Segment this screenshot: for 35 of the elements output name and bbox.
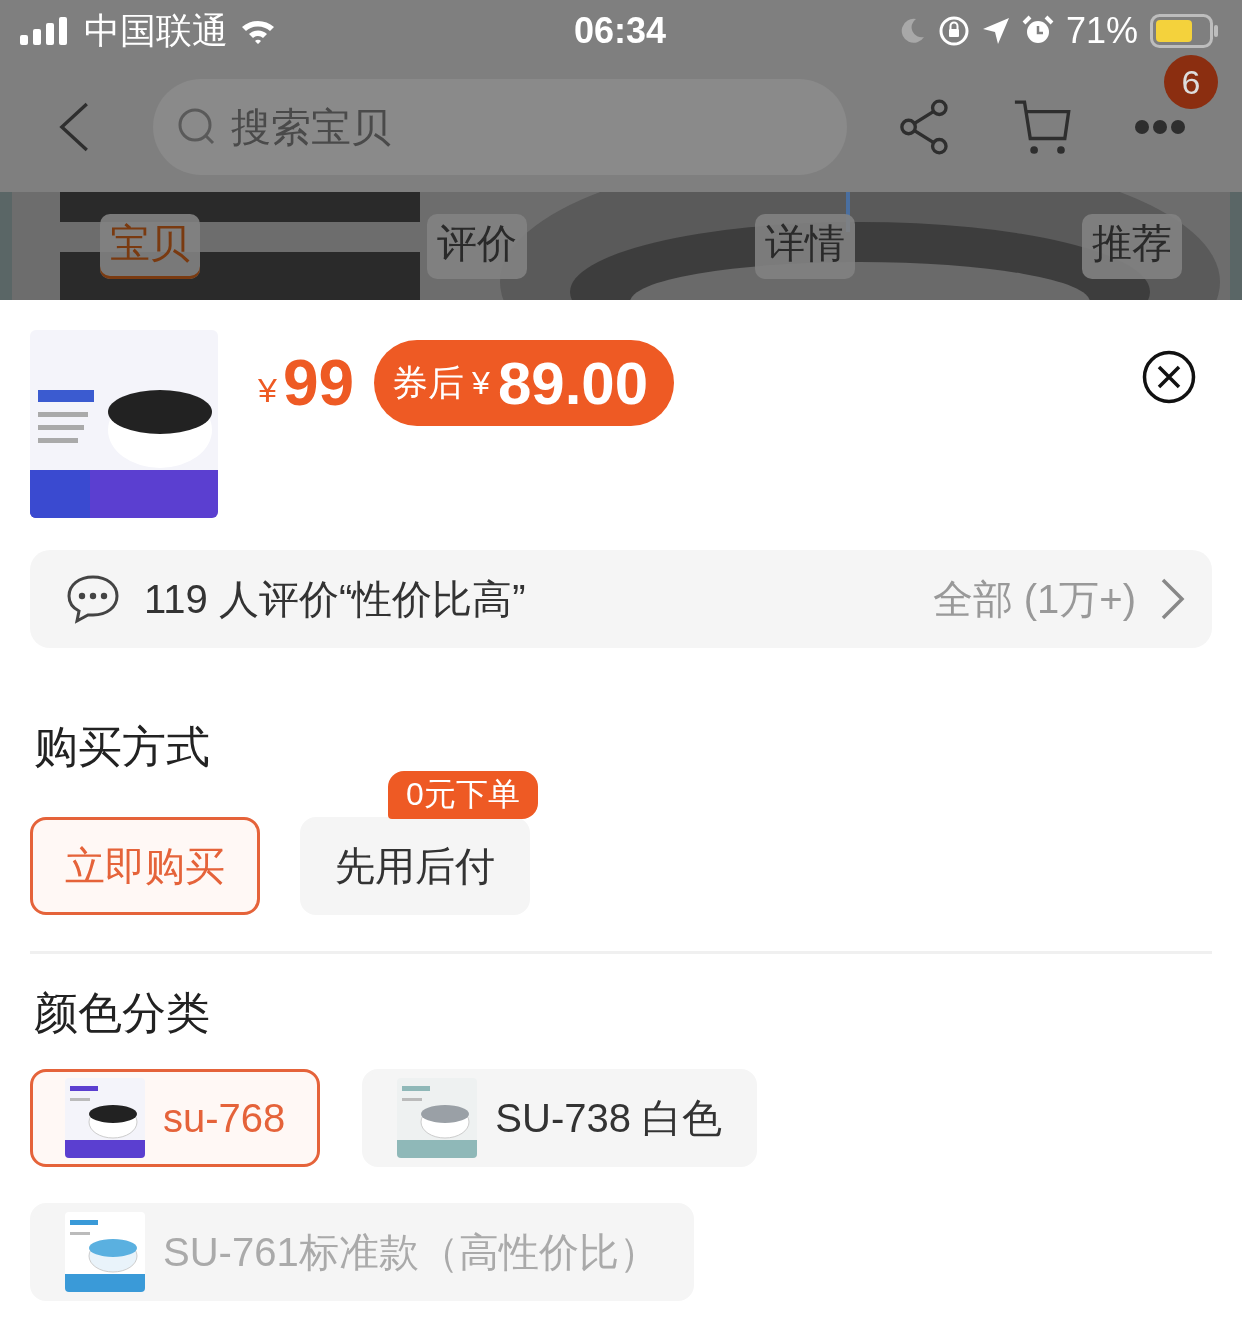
- variant-option[interactable]: SU-738 白色: [362, 1069, 758, 1167]
- promo-badge: 0元下单: [388, 771, 538, 819]
- search-field[interactable]: 搜索宝贝: [152, 79, 847, 175]
- coupon-price: 89.00: [497, 348, 649, 418]
- more-icon[interactable]: [1134, 119, 1186, 135]
- chevron-right-icon: [1160, 577, 1186, 621]
- section-title: 购买方式: [34, 721, 211, 773]
- battery-percent: 71%: [1065, 10, 1138, 52]
- back-icon[interactable]: [58, 101, 91, 153]
- close-icon[interactable]: [1142, 350, 1196, 404]
- review-summary-bar[interactable]: 119 人评价“性价比高” 全部 (1万+): [30, 550, 1212, 648]
- tab[interactable]: 推荐: [1082, 213, 1182, 279]
- cart-icon[interactable]: [1012, 97, 1072, 157]
- battery-icon: [1150, 14, 1220, 48]
- option-button[interactable]: 立即购买: [30, 817, 260, 915]
- currency-symbol: ¥: [472, 364, 490, 402]
- section-title: 颜色分类: [34, 987, 211, 1039]
- share-icon[interactable]: [898, 98, 949, 156]
- review-summary: 119 人评价“性价比高”: [144, 575, 526, 623]
- all-reviews-link[interactable]: 全部 (1万+): [932, 571, 1136, 627]
- coupon-label: 券后: [392, 360, 465, 405]
- notification-badge: 6: [1164, 55, 1218, 109]
- tab[interactable]: 评价: [427, 213, 528, 279]
- status-time: 06:34: [573, 10, 667, 52]
- carrier-name: 中国联通: [84, 8, 228, 53]
- tab[interactable]: 详情: [754, 213, 855, 279]
- search-icon: [176, 107, 217, 147]
- rotation-lock-icon: [937, 15, 970, 47]
- chat-bubble-icon: [66, 574, 120, 624]
- location-icon: [981, 17, 1010, 45]
- tab[interactable]: 宝贝: [100, 213, 200, 279]
- option-button[interactable]: 先用后付: [300, 817, 530, 915]
- currency-symbol: ¥: [258, 370, 277, 410]
- variant-option[interactable]: su-768: [30, 1069, 321, 1167]
- price: 99: [282, 346, 355, 420]
